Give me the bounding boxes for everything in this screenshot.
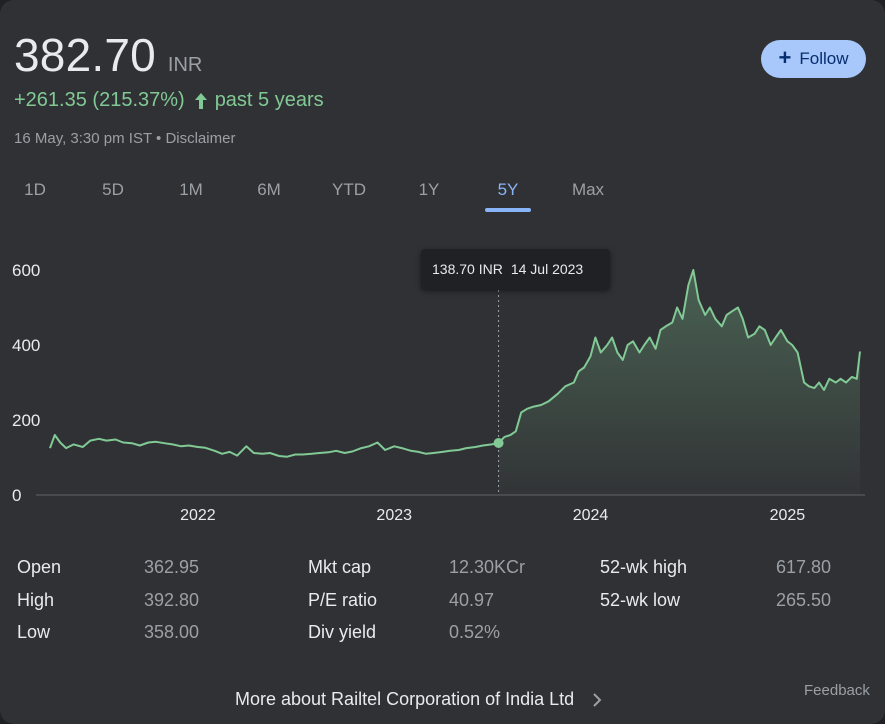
meta-separator: • — [151, 130, 166, 147]
quote-timestamp: 16 May, 3:30 pm IST — [14, 130, 152, 147]
stat-value-pe-ratio: 40.97 — [449, 590, 495, 610]
chart-tooltip: 138.70 INR 14 Jul 2023 — [421, 249, 610, 289]
stat-value-high: 392.80 — [144, 590, 200, 610]
tab-5y[interactable]: 5Y — [498, 180, 519, 200]
hover-point — [493, 437, 504, 448]
tooltip-value: 138.70 INR — [432, 261, 503, 277]
range-tabs: 1D 5D 1M 6M YTD 1Y 5Y Max — [0, 172, 640, 216]
x-tick-label: 2024 — [573, 507, 609, 524]
stat-value-low: 358.00 — [144, 622, 200, 642]
stat-value-div-yield: 0.52% — [449, 622, 501, 642]
follow-label: Follow — [799, 49, 849, 68]
stat-label-div-yield: Div yield — [308, 622, 377, 642]
y-tick-label: 0 — [12, 486, 21, 505]
tab-1d[interactable]: 1D — [24, 180, 46, 200]
plus-icon: + — [778, 45, 792, 70]
stat-label-open: Open — [17, 557, 62, 577]
tooltip-date: 14 Jul 2023 — [510, 261, 584, 277]
stat-value-52wk-low: 265.50 — [776, 590, 832, 610]
stock-card: 382.70 INR +261.35 (215.37%) past 5 year… — [0, 0, 885, 724]
y-tick-label: 400 — [12, 336, 40, 355]
x-tick-label: 2022 — [180, 507, 216, 524]
stat-label-52wk-low: 52-wk low — [600, 590, 681, 610]
tab-1m[interactable]: 1M — [179, 180, 203, 200]
more-about-link[interactable]: More about Railtel Corporation of India … — [235, 689, 602, 710]
stat-label-mkt-cap: Mkt cap — [308, 557, 372, 577]
tab-6m[interactable]: 6M — [257, 180, 281, 200]
arrow-up-icon — [194, 92, 207, 109]
y-tick-label: 200 — [12, 411, 40, 430]
more-about-label: More about Railtel Corporation of India … — [235, 689, 575, 709]
x-tick-label: 2025 — [770, 507, 806, 524]
chevron-right-icon — [593, 692, 602, 707]
x-tick-label: 2023 — [376, 507, 412, 524]
tab-5d[interactable]: 5D — [102, 180, 124, 200]
disclaimer-link[interactable]: Disclaimer — [165, 130, 235, 147]
quote-meta: 16 May, 3:30 pm IST • Disclaimer — [14, 130, 235, 147]
stat-label-pe-ratio: P/E ratio — [308, 590, 378, 610]
tab-ytd[interactable]: YTD — [332, 180, 366, 200]
price-row: 382.70 INR — [14, 28, 202, 82]
stat-label-low: Low — [17, 622, 51, 642]
follow-button[interactable]: + Follow — [761, 40, 866, 78]
stat-value-52wk-high: 617.80 — [776, 557, 832, 577]
stat-label-52wk-high: 52-wk high — [600, 557, 688, 577]
active-tab-indicator — [485, 208, 531, 212]
price-area-fill — [498, 270, 860, 495]
feedback-link[interactable]: Feedback — [804, 682, 870, 699]
tab-1y[interactable]: 1Y — [419, 180, 440, 200]
current-price: 382.70 — [14, 29, 156, 81]
stat-value-open: 362.95 — [144, 557, 200, 577]
tab-max[interactable]: Max — [572, 180, 604, 200]
price-change: +261.35 (215.37%) — [14, 89, 185, 111]
change-period: past 5 years — [214, 89, 324, 111]
stat-value-mkt-cap: 12.30KCr — [449, 557, 526, 577]
price-change-row: +261.35 (215.37%) past 5 years — [14, 89, 324, 112]
y-tick-label: 600 — [12, 261, 40, 280]
stat-label-high: High — [17, 590, 55, 610]
currency-code: INR — [167, 54, 203, 76]
